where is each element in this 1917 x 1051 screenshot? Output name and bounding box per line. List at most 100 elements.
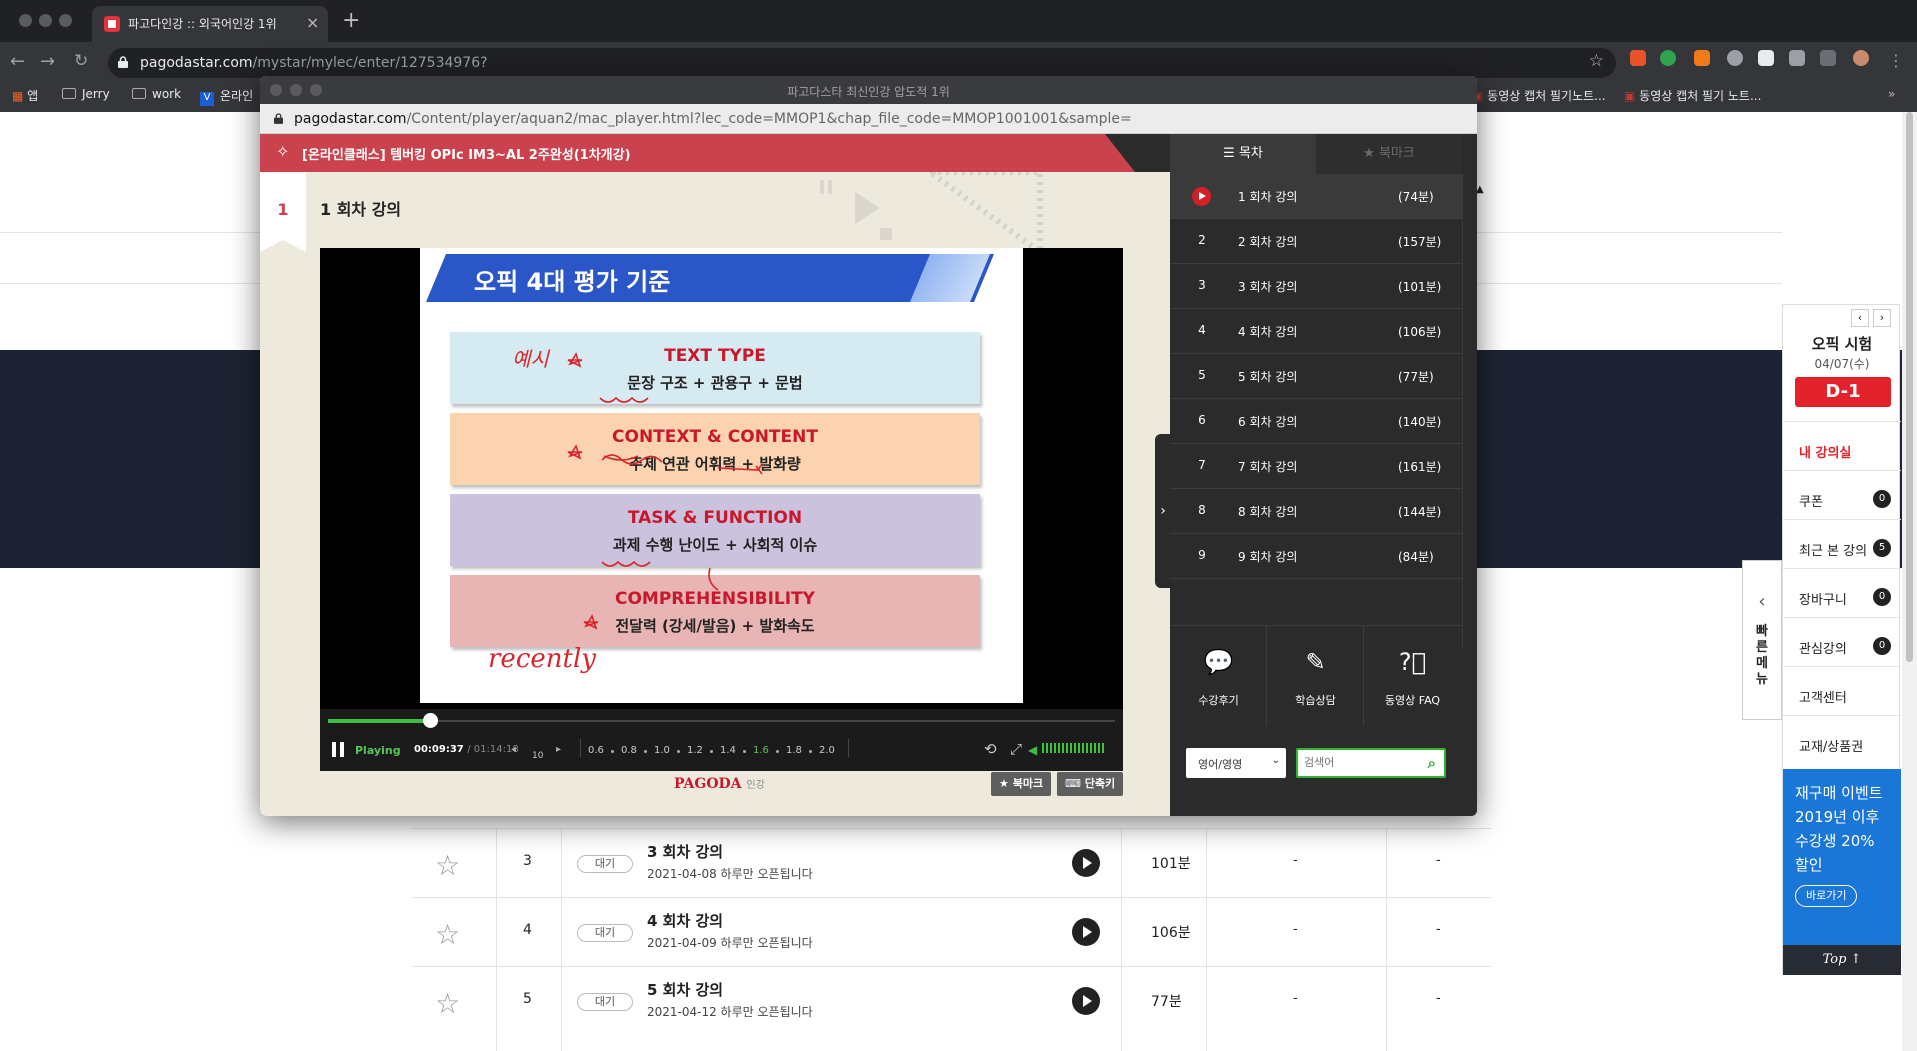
volume-icon[interactable]: ◀ [1028, 743, 1037, 757]
speed-option-active[interactable]: 1.6 [753, 745, 769, 756]
menu-icon[interactable]: ⋮ [1888, 51, 1904, 70]
shortcut-button[interactable]: ⌨ 단축키 [1057, 772, 1124, 796]
lecture-list-item[interactable]: 9 9 회차 강의 (84분) [1170, 534, 1462, 579]
play-icon[interactable] [1072, 918, 1100, 946]
scroll-top-button[interactable]: Top ↑ [1783, 945, 1901, 975]
search-box[interactable]: ⌕ [1296, 748, 1446, 778]
seek-handle[interactable] [423, 713, 438, 728]
sidebar-item-label: 장바구니 [1799, 593, 1847, 608]
table-row[interactable]: ☆ 4 대기 4 회차 강의 2021-04-09 하루만 오픈됩니다 106분… [411, 897, 1491, 966]
dictionary-select[interactable]: 영어/영영 ⌄ [1186, 748, 1286, 778]
repeat-icon[interactable]: ⟲ [984, 740, 997, 758]
tab-bookmark[interactable]: ★ 북마크 [1316, 134, 1462, 174]
lecture-list-item-1[interactable]: 1 회차 강의 (74분) [1170, 174, 1462, 219]
more-bookmarks-icon[interactable]: » [1888, 87, 1895, 101]
speed-option[interactable]: 0.8 [621, 745, 637, 756]
bookmark-apps[interactable]: ▦ 앱 [12, 87, 38, 104]
tab-toc[interactable]: ☰ 목차 [1170, 134, 1316, 174]
close-window-button[interactable] [19, 14, 32, 27]
back-icon[interactable]: ← [10, 51, 25, 72]
extension-icon[interactable] [1758, 50, 1774, 66]
fullscreen-icon[interactable]: ⤢ [1010, 740, 1022, 758]
sidebar-item-coupon[interactable]: 쿠폰 0 [1783, 470, 1901, 519]
puzzle-icon[interactable] [1789, 50, 1805, 66]
address-bar[interactable]: pagodastar.com/mystar/mylec/enter/127534… [108, 48, 1616, 78]
lecture-list-item[interactable]: 3 3 회차 강의 (101분) [1170, 264, 1462, 309]
scrollbar-thumb[interactable] [1906, 112, 1913, 662]
bookmark-button[interactable]: ★ 북마크 [991, 772, 1052, 796]
bookmark-jerry[interactable]: Jerry [62, 87, 110, 101]
close-tab-icon[interactable]: × [306, 13, 319, 32]
list-scrollbar[interactable] [1462, 174, 1477, 648]
lecture-list-item[interactable]: 7 7 회차 강의 (161분) [1170, 444, 1462, 489]
bookmark-note-2[interactable]: ▣ 동영상 캡처 필기 노트... [1624, 87, 1761, 104]
table-row[interactable]: ☆ 5 대기 5 회차 강의 2021-04-12 하루만 오픈됩니다 77분 … [411, 966, 1491, 1035]
star-icon[interactable]: ☆ [435, 987, 460, 1051]
sidebar-item-wishlist[interactable]: 관심강의 0 [1783, 617, 1901, 666]
table-row[interactable]: ☆ 3 대기 3 회차 강의 2021-04-08 하루만 오픈됩니다 101분… [411, 828, 1491, 897]
sidebar-item-books[interactable]: 교재/상품권 [1783, 715, 1901, 764]
speed-dot [809, 750, 812, 753]
seek-track[interactable] [328, 720, 1115, 722]
bookmark-star-icon[interactable]: ☆ [1589, 51, 1604, 71]
lecture-list-item[interactable]: 2 2 회차 강의 (157분) [1170, 219, 1462, 264]
reload-icon[interactable]: ↻ [74, 51, 88, 71]
chevron-right-icon[interactable]: › [1873, 309, 1891, 327]
speed-option[interactable]: 1.4 [720, 745, 736, 756]
promo-button[interactable]: 바로가기 [1795, 885, 1858, 907]
seek-progress [328, 719, 430, 723]
promo-banner[interactable]: 재구매 이벤트 2019년 이후 수강생 20% 할인 바로가기 [1783, 769, 1901, 949]
criteria-box: COMPREHENSIBILITY 전달력 (강세/발음) + 발화속도 [450, 575, 980, 647]
star-icon: ★ [999, 777, 1013, 790]
sidebar-item-cart[interactable]: 장바구니 0 [1783, 568, 1901, 617]
page-scrollbar[interactable] [1902, 112, 1917, 1051]
speed-option[interactable]: 0.6 [588, 745, 604, 756]
volume-slider[interactable] [1042, 743, 1104, 753]
new-tab-button[interactable]: + [342, 8, 360, 33]
speed-option[interactable]: 2.0 [819, 745, 835, 756]
time-display: 00:09:37 / 01:14:18 [414, 744, 519, 755]
extension-icon[interactable] [1694, 50, 1710, 66]
avatar[interactable] [1853, 50, 1869, 66]
lecture-list-item[interactable]: 5 5 회차 강의 (77분) [1170, 354, 1462, 399]
right-sidebar: ‹ › 오픽 시험 04/07(수) D-1 내 강의실 쿠폰 0 최근 본 강의… [1782, 304, 1901, 975]
player-controls: Playing 00:09:37 / 01:14:18 ◂ 10 ▸ 0.6 0… [320, 709, 1123, 771]
sidebar-item-recent[interactable]: 최근 본 강의 5 [1783, 519, 1901, 568]
search-icon[interactable]: ⌕ [1428, 754, 1436, 772]
lecture-list-item[interactable]: 4 4 회차 강의 (106분) [1170, 309, 1462, 354]
video-area[interactable]: 오픽 4대 평가 기준 TEXT TYPE 문장 구조 + 관용구 + 문법 C… [320, 248, 1123, 709]
lecture-list-item[interactable]: 6 6 회차 강의 (140분) [1170, 399, 1462, 444]
decorative-pattern [820, 172, 1043, 252]
consult-button[interactable]: ✎ 학습상담 [1267, 626, 1364, 726]
rewind-icon[interactable]: ◂ [511, 744, 516, 755]
review-button[interactable]: 💬 수강후기 [1170, 626, 1267, 726]
my-class-link[interactable]: 내 강의실 [1783, 421, 1901, 470]
speed-option[interactable]: 1.8 [786, 745, 802, 756]
bookmark-note-1[interactable]: ▣ 동영상 캡처 필기노트... [1472, 87, 1606, 104]
search-input[interactable] [1304, 756, 1414, 769]
extension-icon[interactable] [1727, 50, 1743, 66]
extension-icon[interactable] [1630, 50, 1646, 66]
reading-list-icon[interactable] [1820, 50, 1836, 66]
lecture-list-item[interactable]: 8 8 회차 강의 (144분) [1170, 489, 1462, 534]
play-icon[interactable] [1072, 849, 1100, 877]
zoom-window-button[interactable] [59, 14, 72, 27]
pagoda-logo: PAGODA 인강 [674, 776, 765, 792]
minimize-window-button[interactable] [39, 14, 52, 27]
forward-icon[interactable]: ▸ [556, 744, 561, 755]
pause-icon[interactable] [332, 742, 344, 757]
browser-tab[interactable]: 파고다인강 :: 외국어인강 1위 × [92, 6, 328, 42]
play-icon[interactable] [1072, 987, 1100, 1015]
faq-button[interactable]: ?⃝ 동영상 FAQ [1364, 626, 1461, 726]
chevron-left-icon[interactable]: ‹ [1851, 309, 1869, 327]
bookmark-online[interactable]: V 온라인 [200, 87, 253, 106]
forward-icon[interactable]: → [40, 51, 55, 72]
sidebar-item-support[interactable]: 고객센터 [1783, 666, 1901, 715]
speed-option[interactable]: 1.2 [687, 745, 703, 756]
speed-option[interactable]: 1.0 [654, 745, 670, 756]
quick-menu-toggle[interactable]: ‹ 빠른메뉴 [1742, 560, 1782, 720]
panel-toggle-handle[interactable]: › [1155, 434, 1171, 588]
lock-icon [274, 113, 283, 124]
extension-icon[interactable] [1660, 50, 1676, 66]
bookmark-work[interactable]: work [132, 87, 181, 101]
